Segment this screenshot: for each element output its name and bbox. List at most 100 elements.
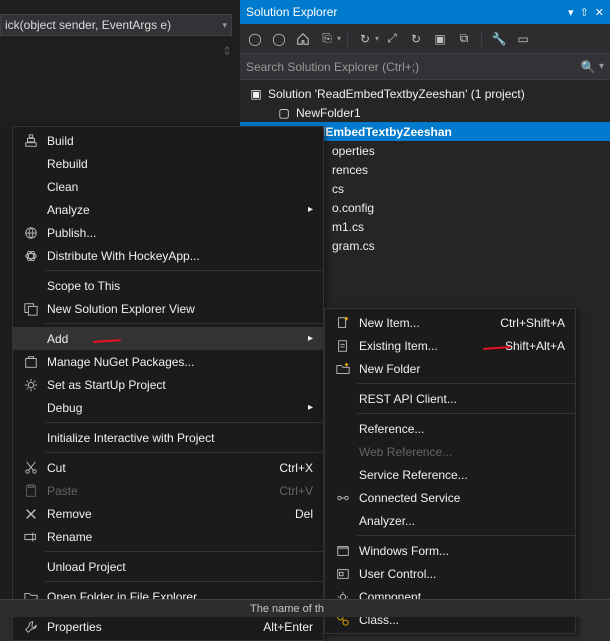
sync-icon[interactable]: ⎘ bbox=[316, 28, 338, 50]
connsvc-icon bbox=[329, 491, 357, 505]
menu-shortcut: Del bbox=[295, 507, 313, 521]
menu-separator bbox=[357, 535, 575, 536]
menu-item-existing-item[interactable]: Existing Item...Shift+Alt+A bbox=[325, 334, 575, 357]
hockey-icon bbox=[17, 249, 45, 263]
folder-label: NewFolder1 bbox=[296, 106, 361, 120]
gear-icon bbox=[17, 378, 45, 392]
menu-item-unload-project[interactable]: Unload Project bbox=[13, 555, 323, 578]
solution-explorer-title: Solution Explorer bbox=[246, 5, 337, 19]
showall-icon[interactable]: ▣ bbox=[429, 28, 451, 50]
submenu-arrow-icon: ▸ bbox=[301, 204, 313, 215]
menu-item-set-as-startup-project[interactable]: Set as StartUp Project bbox=[13, 373, 323, 396]
uc-icon bbox=[329, 567, 357, 581]
forward-icon[interactable]: ◯ bbox=[268, 28, 290, 50]
pin-icon[interactable]: ⇧ bbox=[580, 6, 589, 19]
menu-item-analyzer[interactable]: Analyzer... bbox=[325, 509, 575, 532]
menu-item-web-reference: Web Reference... bbox=[325, 440, 575, 463]
menu-separator bbox=[45, 452, 323, 453]
menu-item-new-solution-explorer-view[interactable]: New Solution Explorer View bbox=[13, 297, 323, 320]
search-icon[interactable]: 🔍 bbox=[581, 60, 596, 74]
menu-item-rename[interactable]: Rename bbox=[13, 525, 323, 548]
menu-item-properties[interactable]: PropertiesAlt+Enter bbox=[13, 615, 323, 638]
menu-item-new-item[interactable]: New Item...Ctrl+Shift+A bbox=[325, 311, 575, 334]
tree-item-label: rences bbox=[332, 163, 368, 177]
properties-icon[interactable]: 🔧 bbox=[488, 28, 510, 50]
menu-item-windows-form[interactable]: Windows Form... bbox=[325, 539, 575, 562]
menu-item-label: Rebuild bbox=[45, 157, 313, 171]
nuget-icon bbox=[17, 355, 45, 369]
close-icon[interactable]: ✕ bbox=[595, 6, 604, 19]
editor-dropdown-text: ick(object sender, EventArgs e) bbox=[5, 18, 171, 32]
menu-item-manage-nuget-packages[interactable]: Manage NuGet Packages... bbox=[13, 350, 323, 373]
publish-icon bbox=[17, 226, 45, 240]
submenu-arrow-icon: ▸ bbox=[301, 402, 313, 413]
tree-item-label: m1.cs bbox=[332, 220, 364, 234]
menu-item-add[interactable]: Add▸ bbox=[13, 327, 323, 350]
existing-icon bbox=[329, 339, 357, 353]
menu-item-label: Analyze bbox=[45, 203, 301, 217]
newfolder-icon bbox=[329, 362, 357, 376]
menu-item-connected-service[interactable]: Connected Service bbox=[325, 486, 575, 509]
menu-item-label: Service Reference... bbox=[357, 468, 565, 482]
editor-member-dropdown[interactable]: ick(object sender, EventArgs e) ▾ bbox=[0, 14, 232, 36]
remove-icon bbox=[17, 507, 45, 521]
splitter-handle-icon[interactable]: ⇕ bbox=[222, 44, 232, 58]
search-placeholder: Search Solution Explorer (Ctrl+;) bbox=[246, 60, 419, 74]
home-icon[interactable] bbox=[292, 28, 314, 50]
wrench-icon bbox=[17, 620, 45, 634]
menu-item-scope-to-this[interactable]: Scope to This bbox=[13, 274, 323, 297]
preview-icon[interactable]: ▭ bbox=[512, 28, 534, 50]
newitem-icon bbox=[329, 316, 357, 330]
menu-item-publish[interactable]: Publish... bbox=[13, 221, 323, 244]
status-text: The name of th bbox=[250, 603, 324, 615]
menu-item-debug[interactable]: Debug▸ bbox=[13, 396, 323, 419]
menu-item-label: Initialize Interactive with Project bbox=[45, 431, 313, 445]
menu-item-label: Clean bbox=[45, 180, 313, 194]
menu-separator bbox=[357, 413, 575, 414]
menu-item-cut[interactable]: CutCtrl+X bbox=[13, 456, 323, 479]
search-dropdown-icon[interactable]: ▾ bbox=[599, 61, 604, 72]
menu-shortcut: Ctrl+Shift+A bbox=[500, 316, 565, 330]
menu-item-clean[interactable]: Clean bbox=[13, 175, 323, 198]
solution-node[interactable]: ▣ Solution 'ReadEmbedTextbyZeeshan' (1 p… bbox=[240, 84, 610, 103]
cut-icon bbox=[17, 461, 45, 475]
menu-item-label: User Control... bbox=[357, 567, 565, 581]
solution-label: Solution 'ReadEmbedTextbyZeeshan' (1 pro… bbox=[268, 87, 525, 101]
menu-item-rest-api-client[interactable]: REST API Client... bbox=[325, 387, 575, 410]
copy-icon[interactable]: ⧉ bbox=[453, 28, 475, 50]
menu-item-label: Analyzer... bbox=[357, 514, 565, 528]
refresh2-icon[interactable]: ↻ bbox=[405, 28, 427, 50]
menu-item-label: Scope to This bbox=[45, 279, 313, 293]
menu-item-label: New Item... bbox=[357, 316, 500, 330]
window-menu-icon[interactable]: ▾ bbox=[568, 6, 574, 19]
menu-separator bbox=[45, 270, 323, 271]
status-bar: The name of th bbox=[0, 599, 610, 617]
refresh-icon[interactable]: ↻ bbox=[354, 28, 376, 50]
dropdown-caret-icon: ▾ bbox=[222, 20, 227, 31]
menu-shortcut: Shift+Alt+A bbox=[505, 339, 565, 353]
menu-item-initialize-interactive-with-project[interactable]: Initialize Interactive with Project bbox=[13, 426, 323, 449]
menu-item-user-control[interactable]: User Control... bbox=[325, 562, 575, 585]
solution-explorer-search[interactable]: Search Solution Explorer (Ctrl+;) 🔍 ▾ bbox=[240, 54, 610, 80]
tree-item-label: gram.cs bbox=[332, 239, 375, 253]
menu-item-label: Set as StartUp Project bbox=[45, 378, 313, 392]
collapse-icon[interactable]: ⤢ bbox=[381, 28, 403, 50]
back-icon[interactable]: ◯ bbox=[244, 28, 266, 50]
menu-item-label: Distribute With HockeyApp... bbox=[45, 249, 313, 263]
menu-item-reference[interactable]: Reference... bbox=[325, 417, 575, 440]
folder-node[interactable]: ▢ NewFolder1 bbox=[240, 103, 610, 122]
annotation-mark bbox=[93, 339, 121, 343]
menu-item-distribute-with-hockeyapp[interactable]: Distribute With HockeyApp... bbox=[13, 244, 323, 267]
menu-item-analyze[interactable]: Analyze▸ bbox=[13, 198, 323, 221]
build-icon bbox=[17, 134, 45, 148]
menu-item-build[interactable]: Build bbox=[13, 129, 323, 152]
menu-item-remove[interactable]: RemoveDel bbox=[13, 502, 323, 525]
menu-item-service-reference[interactable]: Service Reference... bbox=[325, 463, 575, 486]
menu-item-rebuild[interactable]: Rebuild bbox=[13, 152, 323, 175]
menu-item-new-folder[interactable]: New Folder bbox=[325, 357, 575, 380]
solution-explorer-titlebar[interactable]: Solution Explorer ▾ ⇧ ✕ bbox=[240, 0, 610, 24]
menu-item-label: New Folder bbox=[357, 362, 565, 376]
menu-item-label: Rename bbox=[45, 530, 313, 544]
newview-icon bbox=[17, 302, 45, 316]
tree-item-label: operties bbox=[332, 144, 375, 158]
